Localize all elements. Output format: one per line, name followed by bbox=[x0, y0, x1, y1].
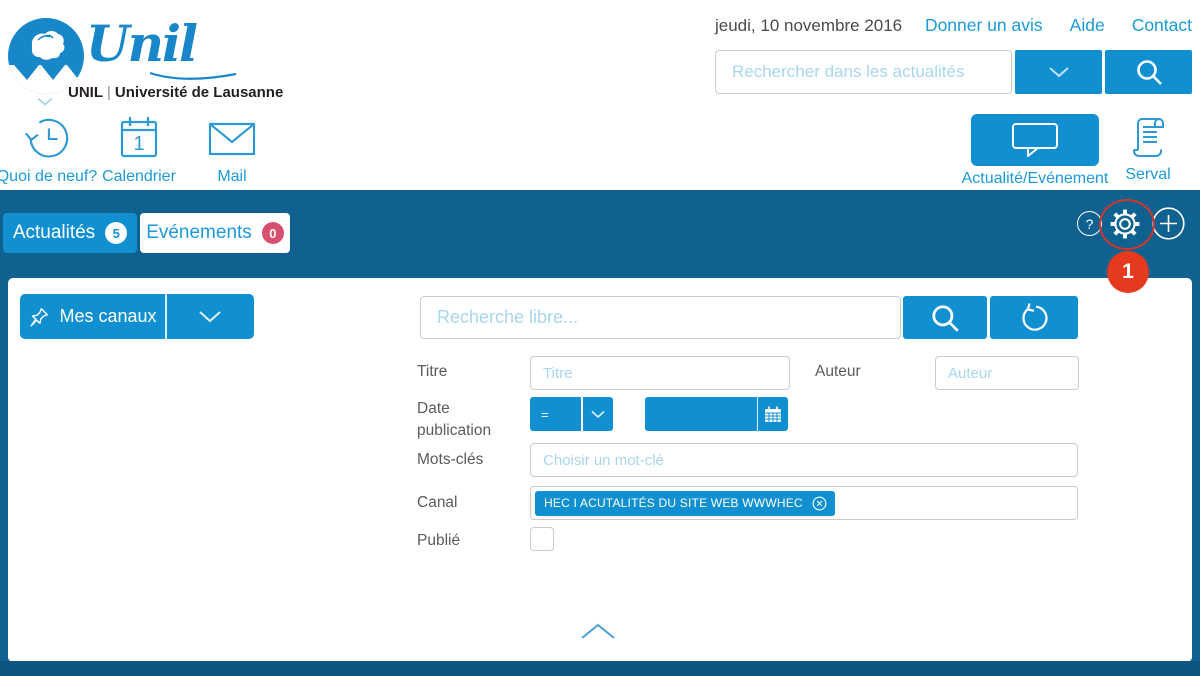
tab-count-badge: 5 bbox=[105, 222, 127, 244]
chevron-up-icon bbox=[580, 623, 616, 640]
date-operator-value[interactable]: = bbox=[530, 397, 581, 431]
nav-item-quoi-de-neuf[interactable]: Quoi de neuf? bbox=[2, 112, 92, 186]
my-channels-label: Mes canaux bbox=[59, 306, 156, 327]
help-icon: ? bbox=[1086, 216, 1094, 232]
channel-tag-label: HEC I ACUTALITÉS DU SITE WEB WWWHEC bbox=[544, 496, 803, 510]
free-search-button[interactable] bbox=[903, 296, 987, 339]
nav-item-serval[interactable]: Serval bbox=[1116, 114, 1180, 184]
mail-envelope-icon bbox=[207, 120, 257, 158]
tab-evenements[interactable]: Evénements 0 bbox=[140, 213, 290, 253]
free-search-input[interactable] bbox=[420, 296, 901, 339]
nav-item-label: Mail bbox=[217, 168, 246, 186]
my-channels-button[interactable]: Mes canaux bbox=[20, 294, 254, 339]
unil-logo-script: Unil bbox=[86, 14, 196, 73]
published-field-label: Publié bbox=[417, 530, 460, 552]
settings-gear-icon bbox=[1107, 206, 1143, 242]
channel-field-label: Canal bbox=[417, 492, 458, 514]
collapse-filters-button[interactable] bbox=[580, 623, 616, 643]
tab-count-badge: 0 bbox=[262, 222, 284, 244]
add-button[interactable] bbox=[1152, 207, 1185, 240]
title-input[interactable] bbox=[530, 356, 790, 390]
date-operator-control: = bbox=[530, 397, 613, 431]
tab-actualites[interactable]: Actualités 5 bbox=[3, 213, 137, 253]
history-clock-icon bbox=[23, 115, 71, 163]
date-operator-dropdown[interactable] bbox=[583, 397, 613, 431]
keywords-field-label: Mots-clés bbox=[417, 449, 483, 471]
calendar-day-number: 1 bbox=[133, 133, 144, 155]
nav-item-label: Quoi de neuf? bbox=[0, 168, 97, 186]
my-channels-dropdown[interactable] bbox=[167, 294, 255, 339]
current-date: jeudi, 10 novembre 2016 bbox=[715, 16, 902, 36]
footer-bar bbox=[0, 661, 1200, 676]
author-field-label: Auteur bbox=[815, 361, 861, 383]
help-button[interactable]: ? bbox=[1077, 211, 1102, 236]
channel-tag: HEC I ACUTALITÉS DU SITE WEB WWWHEC bbox=[535, 491, 835, 516]
settings-button[interactable] bbox=[1107, 206, 1143, 242]
app-window: Unil UNIL|Université de Lausanne jeudi, … bbox=[0, 0, 1200, 676]
link-aide[interactable]: Aide bbox=[1070, 15, 1105, 36]
keywords-input[interactable] bbox=[530, 443, 1078, 477]
calendar-icon: 1 bbox=[116, 114, 162, 164]
author-input[interactable] bbox=[935, 356, 1079, 390]
tab-label: Evénements bbox=[146, 222, 252, 244]
unil-logo-icon bbox=[8, 18, 84, 94]
nav-item-actualite-evenement[interactable] bbox=[971, 114, 1099, 166]
unil-logo-tagline: UNIL|Université de Lausanne bbox=[68, 84, 283, 101]
search-scope-dropdown[interactable] bbox=[1015, 50, 1102, 94]
link-contact[interactable]: Contact bbox=[1132, 15, 1192, 36]
nav-item-label: Serval bbox=[1125, 166, 1170, 184]
calendar-small-icon bbox=[764, 406, 782, 423]
top-links: Donner un avis Aide Contact bbox=[925, 15, 1192, 36]
reset-search-button[interactable] bbox=[990, 296, 1078, 339]
global-search-input[interactable] bbox=[715, 50, 1012, 94]
channel-input[interactable]: HEC I ACUTALITÉS DU SITE WEB WWWHEC bbox=[530, 486, 1078, 520]
tab-label: Actualités bbox=[13, 222, 95, 244]
nav-item-label: Calendrier bbox=[102, 168, 176, 186]
global-search-button[interactable] bbox=[1105, 50, 1192, 94]
date-publication-label: Date publication bbox=[417, 398, 502, 443]
chevron-down-icon bbox=[590, 410, 606, 419]
chevron-down-icon bbox=[1048, 66, 1070, 78]
link-donner-un-avis[interactable]: Donner un avis bbox=[925, 15, 1043, 36]
add-plus-icon bbox=[1152, 207, 1185, 240]
nav-item-calendrier[interactable]: 1 Calendrier bbox=[100, 112, 178, 186]
nav-item-mail[interactable]: Mail bbox=[196, 112, 268, 186]
refresh-icon bbox=[1018, 302, 1050, 334]
scroll-icon bbox=[1130, 114, 1166, 160]
logo-chevron-down-icon[interactable] bbox=[36, 97, 54, 107]
published-checkbox[interactable] bbox=[530, 527, 554, 551]
search-icon bbox=[929, 302, 961, 334]
nav-item-actualite-label: Actualité/Evénement bbox=[950, 170, 1120, 188]
speech-bubble-icon bbox=[1008, 120, 1062, 160]
pushpin-icon bbox=[28, 306, 50, 328]
date-picker-field[interactable] bbox=[645, 397, 788, 431]
unil-logo-swash bbox=[150, 70, 238, 82]
remove-tag-icon[interactable] bbox=[812, 496, 827, 511]
search-icon bbox=[1134, 57, 1164, 87]
title-field-label: Titre bbox=[417, 361, 447, 383]
date-value[interactable] bbox=[645, 397, 757, 431]
annotation-step-badge: 1 bbox=[1107, 251, 1149, 293]
chevron-down-icon bbox=[198, 310, 222, 323]
